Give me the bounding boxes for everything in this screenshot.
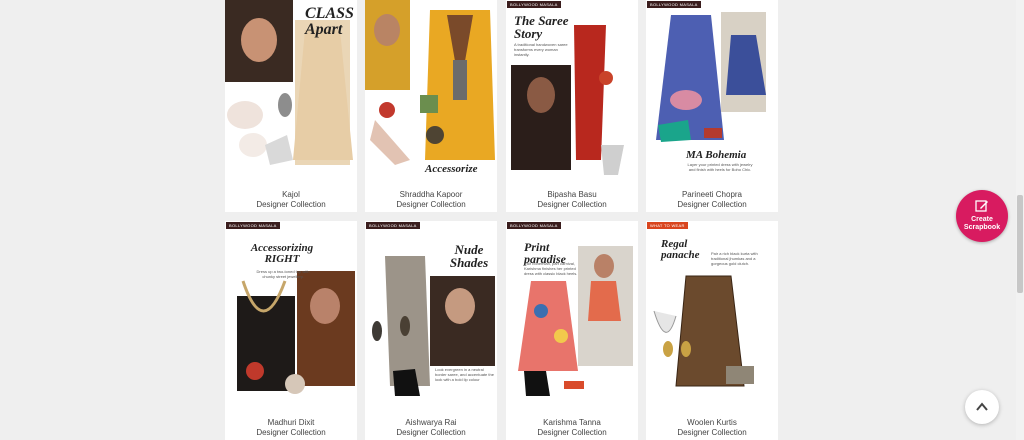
- card-image[interactable]: BOLLYWOOD MASALA Nude Shades Look evergr…: [365, 221, 497, 401]
- card-image[interactable]: BOLLYWOOD MASALA The Saree Story A tradi…: [506, 0, 638, 180]
- card-image[interactable]: CLASS Apart: [225, 0, 357, 180]
- create-scrapbook-label: Create Scrapbook: [963, 216, 1001, 231]
- category-tag: BOLLYWOOD MASALA: [366, 222, 420, 229]
- card-headline: Accessorize: [425, 163, 478, 175]
- card-headline: CLASS Apart: [305, 5, 354, 38]
- card-headline: Accessorizing RIGHT: [250, 242, 314, 265]
- card-note: Layer your printed dress with jewelry an…: [687, 162, 753, 172]
- scrollbar-thumb[interactable]: [1017, 195, 1023, 293]
- category-tag: WHAT TO WEAR: [647, 222, 688, 229]
- card-subtitle: Designer Collection: [677, 200, 747, 209]
- edit-icon: [975, 200, 988, 212]
- category-tag: BOLLYWOOD MASALA: [507, 1, 561, 8]
- scroll-to-top-button[interactable]: [965, 390, 999, 424]
- create-scrapbook-button[interactable]: Create Scrapbook: [956, 190, 1008, 242]
- card-aishwarya-rai[interactable]: BOLLYWOOD MASALA Nude Shades Look evergr…: [365, 221, 497, 440]
- page-scrollbar[interactable]: [1016, 0, 1024, 440]
- card-karishma-tanna[interactable]: BOLLYWOOD MASALA Print paradise Pair boh…: [506, 221, 638, 440]
- card-madhuri-dixit[interactable]: BOLLYWOOD MASALA Accessorizing RIGHT Dre…: [225, 221, 357, 440]
- card-title[interactable]: Madhuri Dixit: [225, 418, 357, 428]
- card-headline: Regal panache: [661, 238, 700, 261]
- card-shraddha-kapoor[interactable]: Accessorize Shraddha Kapoor Designer Col…: [365, 0, 497, 212]
- card-title[interactable]: Karishma Tanna: [506, 418, 638, 428]
- card-note: A traditional handwoven saree transforms…: [514, 42, 568, 57]
- category-tag: BOLLYWOOD MASALA: [647, 1, 701, 8]
- card-note: Pair a rich black kurta with traditional…: [711, 251, 758, 266]
- card-kajol[interactable]: CLASS Apart Kajol Designer Collection: [225, 0, 357, 212]
- chevron-up-icon: [976, 402, 988, 411]
- card-title[interactable]: Shraddha Kapoor: [365, 190, 497, 200]
- card-subtitle: Designer Collection: [396, 200, 466, 209]
- card-subtitle: Designer Collection: [256, 200, 326, 209]
- card-image[interactable]: BOLLYWOOD MASALA MA Bohemia Layer your p…: [646, 0, 778, 180]
- card-headline: MA Bohemia: [686, 149, 747, 161]
- card-headline: The Saree Story: [514, 13, 569, 41]
- category-tag: BOLLYWOOD MASALA: [226, 222, 280, 229]
- card-subtitle: Designer Collection: [396, 428, 466, 437]
- card-title[interactable]: Bipasha Basu: [506, 190, 638, 200]
- card-subtitle: Designer Collection: [537, 428, 607, 437]
- card-note: Pair bohemian, part carnival, Karishma f…: [524, 261, 578, 276]
- card-headline: Nude Shades: [449, 242, 489, 270]
- card-image[interactable]: Accessorize: [365, 0, 497, 180]
- card-image[interactable]: BOLLYWOOD MASALA Print paradise Pair boh…: [506, 221, 638, 401]
- card-note: Look evergreen in a neutral border saree…: [435, 367, 494, 382]
- card-subtitle: Designer Collection: [677, 428, 747, 437]
- card-parineeti-chopra[interactable]: BOLLYWOOD MASALA MA Bohemia Layer your p…: [646, 0, 778, 212]
- card-title[interactable]: Woolen Kurtis: [646, 418, 778, 428]
- card-subtitle: Designer Collection: [537, 200, 607, 209]
- card-title[interactable]: Kajol: [225, 190, 357, 200]
- card-subtitle: Designer Collection: [256, 428, 326, 437]
- card-bipasha-basu[interactable]: BOLLYWOOD MASALA The Saree Story A tradi…: [506, 0, 638, 212]
- card-title[interactable]: Parineeti Chopra: [646, 190, 778, 200]
- card-title[interactable]: Aishwarya Rai: [365, 418, 497, 428]
- card-image[interactable]: WHAT TO WEAR Regal panache Pair a rich b…: [646, 221, 778, 401]
- fashion-collage-image: [365, 0, 495, 165]
- category-tag: BOLLYWOOD MASALA: [507, 222, 561, 229]
- card-note: Dress up a two-toned top with chunky str…: [256, 269, 310, 279]
- card-image[interactable]: BOLLYWOOD MASALA Accessorizing RIGHT Dre…: [225, 221, 357, 401]
- card-woolen-kurtis[interactable]: WHAT TO WEAR Regal panache Pair a rich b…: [646, 221, 778, 440]
